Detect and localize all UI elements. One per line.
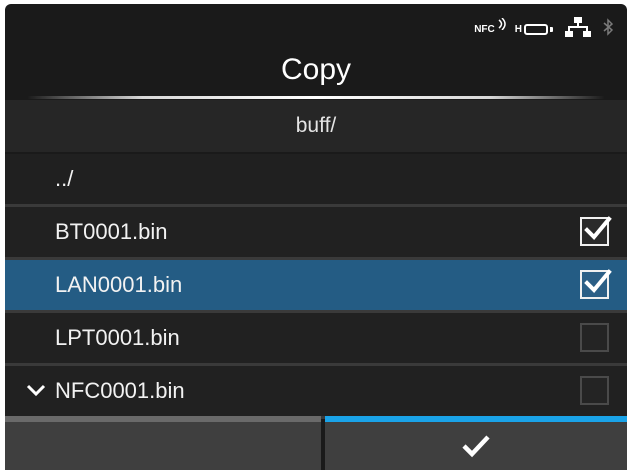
checkmark-icon — [584, 216, 612, 240]
file-name: LAN0001.bin — [55, 272, 183, 297]
file-name: NFC0001.bin — [55, 378, 185, 403]
list-item-parent-directory[interactable]: ../ — [5, 154, 627, 207]
network-icon — [565, 16, 591, 43]
status-bar: NFC H — [5, 4, 627, 48]
checkbox-bt0001[interactable] — [580, 216, 612, 246]
file-name: BT0001.bin — [55, 219, 168, 244]
checkbox-lpt0001[interactable] — [580, 323, 609, 352]
printer-screen: NFC H Copy buff/ ../ BT0001.bin LAN0001.… — [5, 4, 627, 470]
confirm-button[interactable] — [325, 416, 627, 470]
battery-icon: H — [515, 24, 553, 35]
page-title: Copy — [280, 53, 352, 86]
bluetooth-icon — [603, 18, 614, 41]
checkbox-nfc0001[interactable] — [580, 376, 609, 405]
list-item-bt0001[interactable]: BT0001.bin — [5, 207, 627, 260]
nfc-icon: NFC — [474, 18, 506, 35]
current-path: buff/ — [5, 100, 627, 152]
checkbox-lan0001[interactable] — [580, 269, 612, 299]
back-button[interactable] — [5, 416, 321, 470]
file-name: LPT0001.bin — [55, 325, 180, 350]
file-list: ../ BT0001.bin LAN0001.bin LPT0001.bin N… — [5, 154, 627, 419]
list-item-lan0001[interactable]: LAN0001.bin — [5, 260, 627, 313]
battery-tip — [550, 27, 553, 32]
chevron-down-icon — [26, 384, 46, 397]
battery-body — [524, 24, 548, 35]
battery-label: H — [514, 24, 522, 35]
checkmark-icon — [462, 435, 490, 458]
status-icons: NFC H — [474, 16, 614, 43]
file-name: ../ — [55, 166, 74, 191]
checkmark-icon — [584, 269, 612, 293]
title-divider — [27, 96, 605, 99]
list-item-nfc0001[interactable]: NFC0001.bin — [5, 366, 627, 419]
bottom-button-bar — [5, 416, 627, 470]
list-item-lpt0001[interactable]: LPT0001.bin — [5, 313, 627, 366]
nfc-label: NFC — [474, 24, 495, 35]
